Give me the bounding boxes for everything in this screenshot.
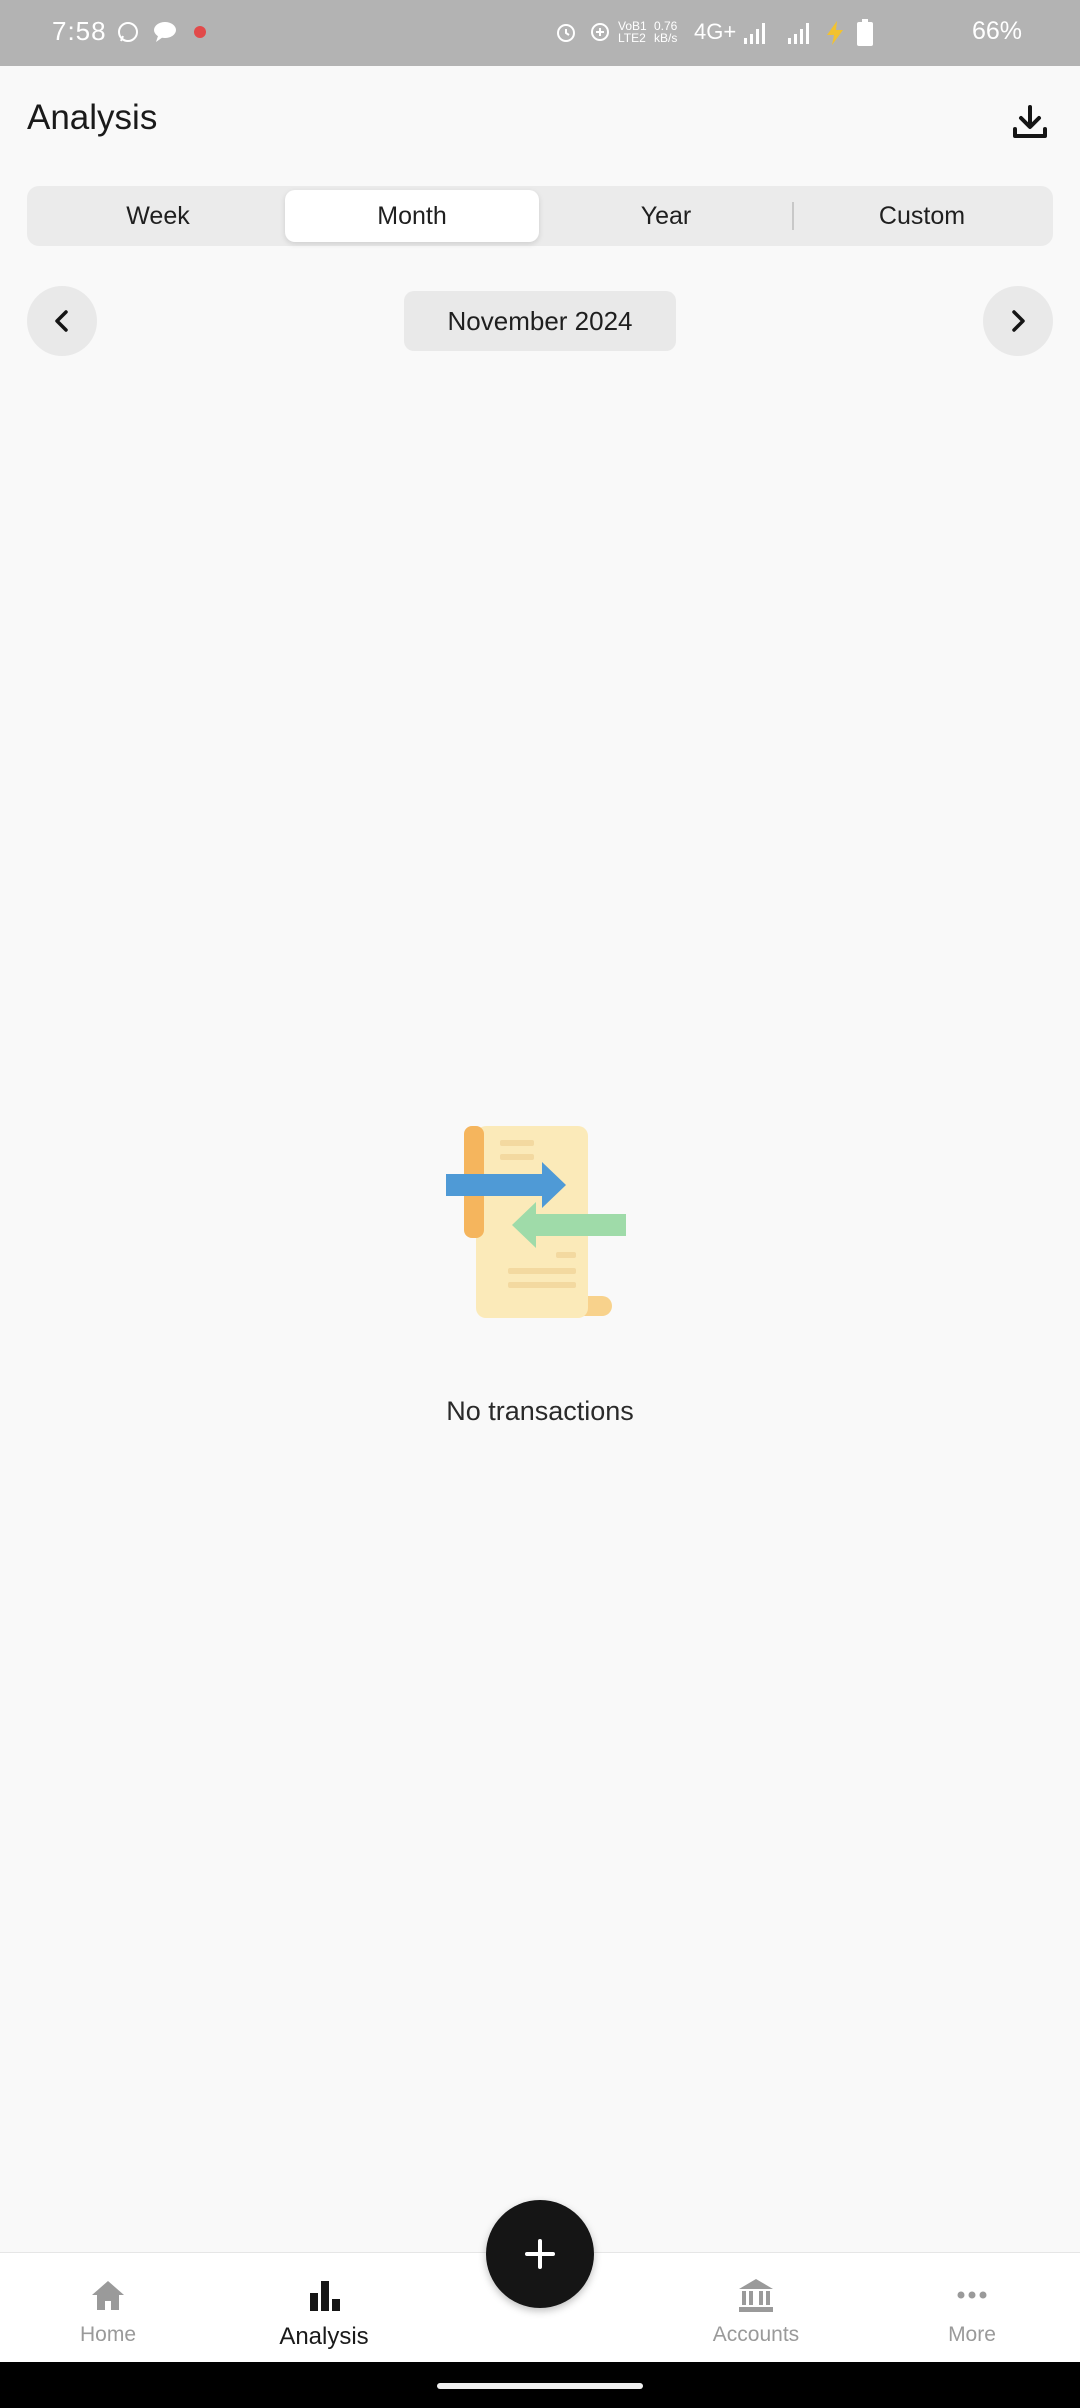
tab-month[interactable]: Month bbox=[285, 190, 539, 242]
tab-year[interactable]: Year bbox=[539, 190, 793, 242]
segment-divider bbox=[792, 202, 794, 230]
nav-more[interactable]: More bbox=[864, 2253, 1080, 2363]
signal-icon-1 bbox=[744, 23, 765, 44]
nav-accounts-label: Accounts bbox=[712, 2323, 800, 2346]
home-icon bbox=[92, 2281, 124, 2310]
transactions-illustration bbox=[446, 1126, 626, 1318]
whatsapp-icon bbox=[118, 22, 138, 42]
period-type-selector: Week Month Year Custom bbox=[27, 186, 1053, 246]
status-right: VoB1 LTE2 0.76 kB/s 4G+ 66% bbox=[480, 0, 1080, 66]
nav-home-label: Home bbox=[79, 2323, 137, 2346]
network-speed: 0.76 kB/s bbox=[654, 19, 678, 45]
notification-icons bbox=[116, 20, 210, 44]
signal-icon-2 bbox=[788, 23, 809, 44]
nav-accounts[interactable]: Accounts bbox=[648, 2253, 864, 2363]
plus-icon bbox=[525, 2239, 555, 2269]
tab-custom[interactable]: Custom bbox=[795, 190, 1049, 242]
home-gesture-handle[interactable] bbox=[437, 2383, 643, 2389]
nav-analysis[interactable]: Analysis bbox=[216, 2253, 432, 2363]
chevron-right-icon bbox=[1012, 310, 1025, 332]
data-saver-icon bbox=[591, 23, 609, 41]
nav-home[interactable]: Home bbox=[0, 2253, 216, 2363]
bar-chart-icon bbox=[310, 2281, 340, 2311]
page-title: Analysis bbox=[27, 98, 158, 137]
more-dots-icon bbox=[957, 2291, 987, 2299]
system-gesture-bar bbox=[0, 2362, 1080, 2408]
empty-state-message: No transactions bbox=[446, 1396, 634, 1426]
next-period-button[interactable] bbox=[983, 286, 1053, 356]
bank-icon bbox=[739, 2279, 773, 2312]
status-time: 7:58 bbox=[52, 16, 107, 46]
nav-analysis-label: Analysis bbox=[279, 2323, 369, 2350]
analysis-screen: 7:58 VoB1 LTE2 0.76 kB/s 4G+ 66% Analysi… bbox=[0, 0, 1080, 2408]
add-transaction-button[interactable] bbox=[486, 2200, 594, 2308]
download-icon[interactable] bbox=[1010, 102, 1050, 142]
network-type: 4G+ bbox=[694, 19, 737, 44]
period-label[interactable]: November 2024 bbox=[404, 291, 676, 351]
battery-percent: 66% bbox=[971, 17, 1022, 45]
battery-icon bbox=[857, 19, 873, 46]
alarm-icon bbox=[557, 24, 575, 42]
message-icon bbox=[154, 22, 176, 42]
status-bar: 7:58 VoB1 LTE2 0.76 kB/s 4G+ 66% bbox=[0, 0, 1080, 66]
volte-indicator: VoB1 LTE2 bbox=[618, 19, 647, 45]
chevron-left-icon bbox=[55, 310, 68, 332]
app-notification-icon bbox=[194, 26, 206, 38]
nav-more-label: More bbox=[948, 2323, 996, 2346]
charging-icon bbox=[827, 21, 843, 45]
previous-period-button[interactable] bbox=[27, 286, 97, 356]
tab-week[interactable]: Week bbox=[31, 190, 285, 242]
